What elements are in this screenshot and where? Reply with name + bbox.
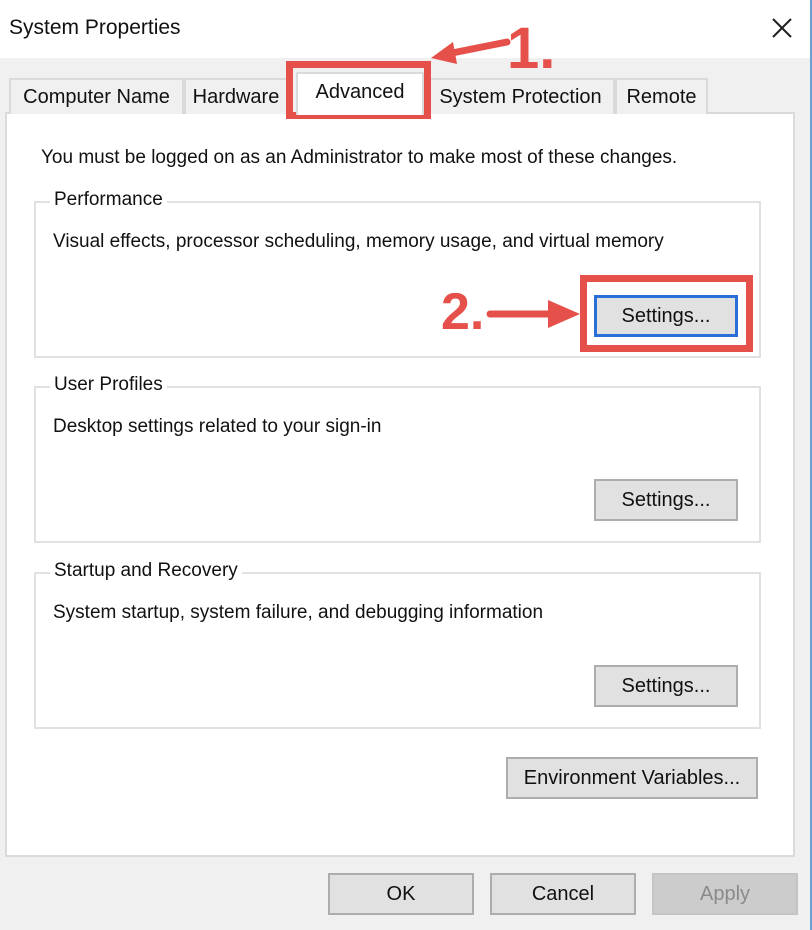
- performance-legend: Performance: [50, 189, 167, 211]
- step1-label: 1.: [507, 16, 556, 81]
- close-x-icon: [772, 18, 792, 38]
- tab-remote[interactable]: Remote: [615, 78, 708, 114]
- tab-advanced[interactable]: Advanced: [296, 72, 424, 115]
- window-title: System Properties: [9, 16, 181, 39]
- ok-button[interactable]: OK: [328, 873, 474, 915]
- title-bar[interactable]: System Properties: [0, 0, 810, 58]
- tab-hardware[interactable]: Hardware: [184, 78, 288, 114]
- startup-recovery-description: System startup, system failure, and debu…: [53, 602, 544, 623]
- environment-variables-button[interactable]: Environment Variables...: [506, 757, 758, 799]
- user-profiles-settings-button[interactable]: Settings...: [594, 479, 738, 521]
- system-properties-window: System Properties Computer Name Hardware…: [0, 0, 812, 930]
- admin-note: You must be logged on as an Administrato…: [41, 147, 678, 168]
- startup-recovery-settings-button[interactable]: Settings...: [594, 665, 738, 707]
- tab-computer-name[interactable]: Computer Name: [9, 78, 184, 114]
- close-button[interactable]: [764, 10, 800, 46]
- startup-recovery-legend: Startup and Recovery: [50, 560, 242, 582]
- performance-description: Visual effects, processor scheduling, me…: [53, 231, 664, 252]
- performance-settings-button[interactable]: Settings...: [594, 295, 738, 337]
- cancel-button[interactable]: Cancel: [490, 873, 636, 915]
- apply-button[interactable]: Apply: [652, 873, 798, 915]
- user-profiles-legend: User Profiles: [50, 374, 167, 396]
- step2-label: 2.: [441, 283, 485, 341]
- user-profiles-description: Desktop settings related to your sign-in: [53, 416, 382, 437]
- tab-system-protection[interactable]: System Protection: [426, 78, 615, 114]
